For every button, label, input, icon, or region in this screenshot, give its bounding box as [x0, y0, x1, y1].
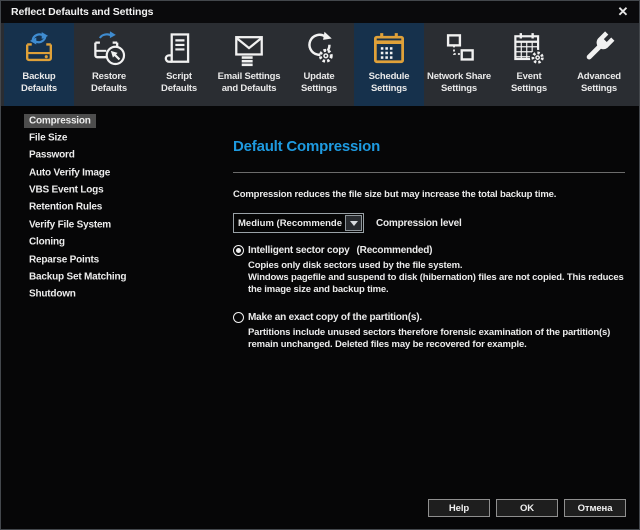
sidebar-item-auto-verify-image[interactable]: Auto Verify Image: [1, 164, 221, 181]
radio-button-icon[interactable]: [233, 312, 244, 323]
sidebar-item-verify-file-system[interactable]: Verify File System: [1, 216, 221, 233]
compression-level-row: Medium (Recommende Compression level: [233, 213, 625, 233]
content-panel: Default Compression Compression reduces …: [221, 106, 639, 530]
toolbar-item-schedule-settings[interactable]: ScheduleSettings: [354, 23, 424, 106]
toolbar-label: ScriptDefaults: [161, 71, 197, 94]
dialog-body: Compression File Size Password Auto Veri…: [1, 106, 639, 530]
toolbar-item-network-share-settings[interactable]: Network ShareSettings: [424, 23, 494, 106]
toolbar-label: BackupDefaults: [21, 71, 57, 94]
advanced-settings-icon: [579, 29, 619, 69]
chevron-down-icon: [350, 221, 358, 226]
page-title: Default Compression: [233, 138, 625, 155]
toolbar-item-restore-defaults[interactable]: RestoreDefaults: [74, 23, 144, 106]
update-settings-icon: [299, 29, 339, 69]
dropdown-button[interactable]: [345, 215, 362, 231]
heading-separator: [233, 172, 625, 173]
sidebar-item-retention-rules[interactable]: Retention Rules: [1, 199, 221, 216]
radio-label: Make an exact copy of the partition(s).: [248, 312, 422, 323]
script-defaults-icon: [159, 29, 199, 69]
toolbar-label: Email Settingsand Defaults: [218, 71, 281, 94]
toolbar-item-event-settings[interactable]: EventSettings: [494, 23, 564, 106]
event-settings-icon: [509, 29, 549, 69]
compression-level-select[interactable]: Medium (Recommende: [233, 213, 364, 233]
close-icon[interactable]: ✕: [607, 4, 639, 20]
titlebar: Reflect Defaults and Settings ✕: [1, 1, 639, 23]
toolbar-label: EventSettings: [511, 71, 547, 94]
radio-button-icon[interactable]: [233, 245, 244, 256]
sidebar-item-reparse-points[interactable]: Reparse Points: [1, 251, 221, 268]
reflect-defaults-dialog: Reflect Defaults and Settings ✕ BackupDe…: [0, 0, 640, 530]
help-button[interactable]: Help: [428, 499, 490, 517]
cancel-button[interactable]: Отмена: [564, 499, 626, 517]
radio-intelligent-sector-copy[interactable]: Intelligent sector copy (Recommended): [233, 245, 625, 256]
sidebar-item-vbs-event-logs[interactable]: VBS Event Logs: [1, 182, 221, 199]
ok-button[interactable]: OK: [496, 499, 558, 517]
radio-label: Intelligent sector copy: [248, 245, 350, 256]
sidebar-item-cloning[interactable]: Cloning: [1, 234, 221, 251]
schedule-settings-icon: [369, 29, 409, 69]
toolbar: BackupDefaults RestoreDefaults: [1, 23, 639, 106]
toolbar-item-script-defaults[interactable]: ScriptDefaults: [144, 23, 214, 106]
radio-exact-copy[interactable]: Make an exact copy of the partition(s).: [233, 312, 625, 323]
window-title: Reflect Defaults and Settings: [1, 6, 153, 18]
toolbar-item-email-settings[interactable]: Email Settingsand Defaults: [214, 23, 284, 106]
sidebar-item-compression[interactable]: Compression: [1, 112, 221, 129]
restore-defaults-icon: [89, 29, 129, 69]
toolbar-item-backup-defaults[interactable]: BackupDefaults: [4, 23, 74, 106]
toolbar-label: RestoreDefaults: [91, 71, 127, 94]
compression-level-value: Medium (Recommende: [234, 218, 345, 229]
toolbar-item-update-settings[interactable]: UpdateSettings: [284, 23, 354, 106]
radio-note: (Recommended): [357, 245, 433, 256]
option-description: Copies only disk sectors used by the fil…: [248, 260, 625, 272]
toolbar-label: AdvancedSettings: [577, 71, 621, 94]
toolbar-label: ScheduleSettings: [369, 71, 410, 94]
toolbar-item-advanced-settings[interactable]: AdvancedSettings: [564, 23, 634, 106]
compression-level-label: Compression level: [376, 218, 462, 229]
sidebar-item-file-size[interactable]: File Size: [1, 129, 221, 146]
backup-defaults-icon: [19, 29, 59, 69]
option-description: Windows pagefile and suspend to disk (hi…: [248, 272, 625, 296]
network-share-settings-icon: [439, 29, 479, 69]
intro-text: Compression reduces the file size but ma…: [233, 189, 625, 200]
sidebar-item-shutdown[interactable]: Shutdown: [1, 286, 221, 303]
toolbar-label: Network ShareSettings: [427, 71, 491, 94]
sidebar-item-backup-set-matching[interactable]: Backup Set Matching: [1, 269, 221, 286]
sidebar-item-password[interactable]: Password: [1, 147, 221, 164]
toolbar-label: UpdateSettings: [301, 71, 337, 94]
option-description: Partitions include unused sectors theref…: [248, 327, 625, 351]
sidebar: Compression File Size Password Auto Veri…: [1, 106, 221, 530]
email-settings-icon: [229, 29, 269, 69]
footer: Help OK Отмена: [428, 499, 626, 517]
